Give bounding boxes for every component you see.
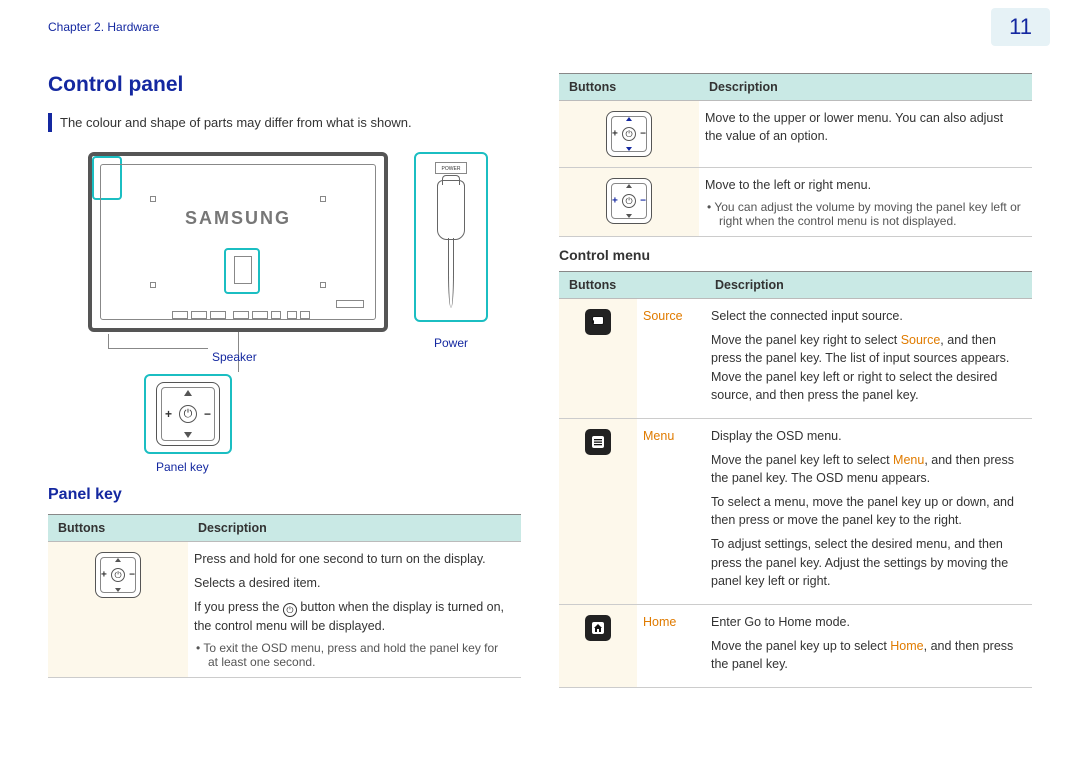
diagram-label-panelkey: Panel key <box>156 460 209 474</box>
note: The colour and shape of parts may differ… <box>48 113 521 132</box>
menu-name: Menu <box>637 418 705 604</box>
th-description: Description <box>699 74 1032 101</box>
source-name: Source <box>637 299 705 419</box>
right-column: Buttons Description +− ⏻ Move to the upp… <box>559 73 1032 688</box>
display-back-outline: SAMSUNG <box>88 152 388 332</box>
panel-key-enlarged: +− ⏻ <box>144 374 232 454</box>
dpad-updown-icon: +− ⏻ <box>606 111 652 157</box>
left-column: Control panel The colour and shape of pa… <box>48 73 521 688</box>
dpad-icon: +− ⏻ <box>95 552 141 598</box>
power-plug-callout: POWER <box>414 152 488 322</box>
home-icon <box>585 615 611 641</box>
panel-key-desc: Press and hold for one second to turn on… <box>188 542 521 678</box>
diagram-label-speaker: Speaker <box>212 350 257 364</box>
menu-icon-cell <box>559 418 637 604</box>
page-content: Control panel The colour and shape of pa… <box>0 55 1080 708</box>
leftright-button-cell: +− ⏻ <box>559 168 699 237</box>
panel-key-highlight <box>224 248 260 294</box>
home-name: Home <box>637 604 705 687</box>
th-description: Description <box>188 515 521 542</box>
source-desc: Select the connected input source. Move … <box>705 299 1032 419</box>
control-menu-heading: Control menu <box>559 247 1032 263</box>
section-title: Control panel <box>48 73 521 97</box>
th-buttons: Buttons <box>48 515 188 542</box>
source-icon <box>585 309 611 335</box>
diagram-label-power: Power <box>434 336 468 350</box>
th-buttons: Buttons <box>559 74 699 101</box>
th-description: Description <box>705 272 1032 299</box>
power-icon: ⏻ <box>283 603 297 617</box>
chapter-label: Chapter 2. Hardware <box>48 20 159 34</box>
panel-key-heading: Panel key <box>48 486 521 504</box>
menu-icon <box>585 429 611 455</box>
updown-button-cell: +− ⏻ <box>559 101 699 168</box>
menu-desc: Display the OSD menu. Move the panel key… <box>705 418 1032 604</box>
page-header: Chapter 2. Hardware 11 <box>0 0 1080 55</box>
home-icon-cell <box>559 604 637 687</box>
control-menu-table: Buttons Description Source Select the co… <box>559 271 1032 688</box>
leftright-desc: Move to the left or right menu. You can … <box>699 168 1032 237</box>
home-desc: Enter Go to Home mode. Move the panel ke… <box>705 604 1032 687</box>
source-icon-cell <box>559 299 637 419</box>
dpad-icon: +− ⏻ <box>156 382 220 446</box>
direction-table: Buttons Description +− ⏻ Move to the upp… <box>559 73 1032 237</box>
device-diagram: SAMSUNG POWER <box>48 144 488 474</box>
dpad-leftright-icon: +− ⏻ <box>606 178 652 224</box>
panel-key-button-cell: +− ⏻ <box>48 542 188 678</box>
brand-logo: SAMSUNG <box>92 208 384 229</box>
th-buttons: Buttons <box>559 272 637 299</box>
page-number: 11 <box>991 8 1050 46</box>
updown-desc: Move to the upper or lower menu. You can… <box>699 101 1032 168</box>
panel-key-table: Buttons Description +− ⏻ Press and hold … <box>48 514 521 678</box>
